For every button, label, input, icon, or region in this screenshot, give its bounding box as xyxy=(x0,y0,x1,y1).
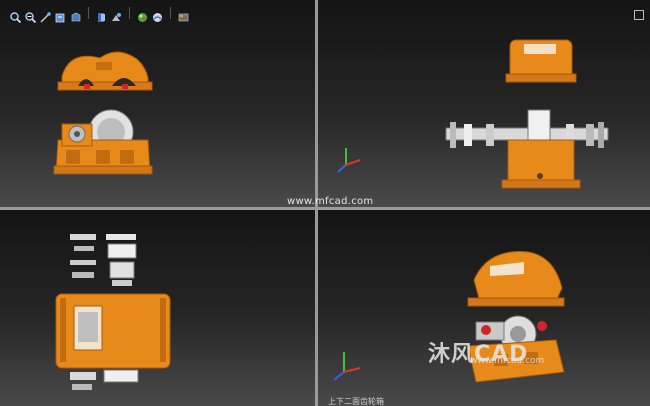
view-caption: 上下二面齿轮箱 xyxy=(328,397,384,406)
gearbox-exploded-gears xyxy=(70,234,137,286)
site-logo-url: www.mfcad.com xyxy=(470,356,545,366)
axis-triad xyxy=(337,148,361,173)
gearbox-side-model xyxy=(337,39,609,189)
gearbox-cover xyxy=(505,39,577,83)
gearbox-cover xyxy=(57,51,153,91)
viewport-isometric[interactable]: 沐风CAD www.mfcad.com 上下二面齿轮箱 xyxy=(318,210,650,406)
gearbox-housing xyxy=(53,109,153,175)
gearbox-lower-gears xyxy=(70,369,139,390)
site-watermark: www.mfcad.com xyxy=(287,196,374,207)
gearbox-housing xyxy=(55,293,171,369)
gearbox-isometric-model xyxy=(333,251,565,383)
maximize-viewport-button[interactable] xyxy=(634,10,644,20)
axis-triad xyxy=(333,352,361,381)
gearbox-front-model xyxy=(53,51,153,175)
viewport-top[interactable] xyxy=(0,210,315,406)
gearbox-housing xyxy=(501,139,581,189)
gearbox-cover xyxy=(467,251,565,307)
gearbox-top-model xyxy=(55,234,171,390)
viewport-side[interactable] xyxy=(318,0,650,207)
viewport-front[interactable] xyxy=(0,0,315,207)
